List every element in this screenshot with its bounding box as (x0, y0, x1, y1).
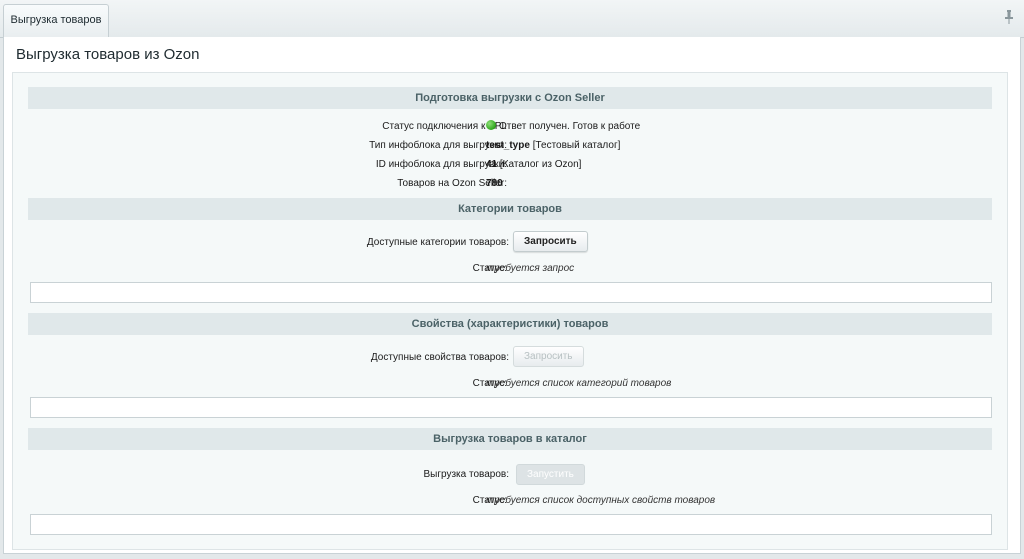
categories-available-label: Доступные категории товаров: (366, 237, 509, 248)
pin-icon[interactable] (1004, 10, 1014, 24)
export-status-row: Статус: требуется список доступных свойс… (13, 491, 1007, 510)
categories-request-row: Доступные категории товаров: (13, 233, 1007, 252)
tab-bar: Выгрузка товаров (0, 0, 1024, 38)
iblock-type-row: Тип инфоблока для выгрузки: test_type [Т… (13, 136, 1007, 155)
api-status-row: Статус подключения к API: Ответ получен.… (13, 117, 1007, 136)
request-properties-button[interactable]: Запросить (513, 346, 584, 367)
iblock-id-value: 41 (486, 159, 498, 170)
export-output-box[interactable] (30, 514, 992, 535)
form-container: Подготовка выгрузки с Ozon Seller Статус… (12, 72, 1008, 550)
iblock-type-code: test_type (486, 140, 530, 151)
tab-label: Выгрузка товаров (10, 14, 102, 26)
api-status-value: Ответ получен. Готов к работе (499, 121, 641, 132)
export-run-row: Выгрузка товаров: (13, 465, 1007, 484)
categories-status-row: Статус: требуется запрос (13, 259, 1007, 278)
tab-export-goods[interactable]: Выгрузка товаров (3, 4, 109, 37)
page-title: Выгрузка товаров из Ozon (16, 46, 200, 63)
export-label: Выгрузка товаров: (423, 469, 509, 480)
section-header-categories: Категории товаров (28, 198, 992, 220)
categories-status-value: требуется запрос (486, 263, 575, 274)
iblock-id-name: [Каталог из Ozon] (499, 159, 582, 170)
iblock-type-name: [Тестовый каталог] (532, 140, 621, 151)
goods-count-row: Товаров на Ozon Seller: 780 (13, 174, 1007, 193)
properties-request-row: Доступные свойства товаров: (13, 348, 1007, 367)
properties-available-label: Доступные свойства товаров: (370, 352, 509, 363)
section-header-prepare: Подготовка выгрузки с Ozon Seller (28, 87, 992, 109)
request-categories-button[interactable]: Запросить (513, 231, 588, 252)
section-header-properties: Свойства (характеристики) товаров (28, 313, 992, 335)
categories-output-box[interactable] (30, 282, 992, 303)
goods-count-value: 780 (486, 178, 503, 189)
section-header-export: Выгрузка товаров в каталог (28, 428, 992, 450)
main-panel: Выгрузка товаров из Ozon Подготовка выгр… (3, 37, 1021, 554)
run-export-button[interactable]: Запустить (516, 464, 585, 485)
properties-output-box[interactable] (30, 397, 992, 418)
green-dot-icon (486, 120, 496, 130)
properties-status-row: Статус: требуется список категорий товар… (13, 374, 1007, 393)
iblock-id-row: ID инфоблока для выгрузки: 41 [Каталог и… (13, 155, 1007, 174)
properties-status-value: требуется список категорий товаров (486, 378, 672, 389)
export-status-value: требуется список доступных свойств товар… (486, 495, 716, 506)
